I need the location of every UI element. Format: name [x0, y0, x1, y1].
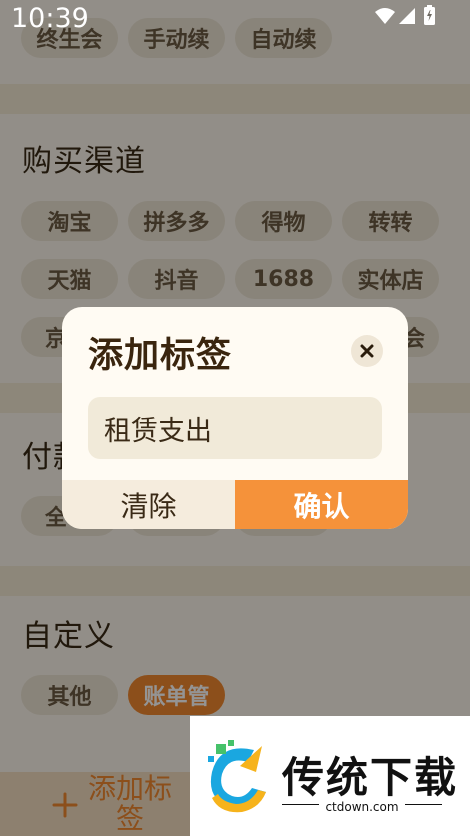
close-button[interactable]	[351, 335, 383, 367]
brand-url-wrap: ctdown.com	[282, 796, 442, 815]
wifi-icon	[375, 8, 395, 24]
status-bar: 10:39	[0, 0, 470, 36]
confirm-button[interactable]: 确认	[235, 480, 408, 529]
battery-icon	[424, 5, 435, 25]
add-tag-dialog: 添加标签 租赁支出 清除 确认	[62, 307, 408, 529]
dialog-title: 添加标签	[88, 336, 233, 376]
tag-name-input[interactable]: 租赁支出	[88, 397, 382, 459]
status-time: 10:39	[11, 3, 89, 34]
brand-url: ctdown.com	[319, 800, 405, 814]
close-icon	[360, 344, 374, 358]
watermark-banner: 传统下载 ctdown.com	[190, 716, 470, 836]
signal-icon	[399, 8, 415, 24]
brand-logo-icon	[208, 740, 266, 813]
clear-button[interactable]: 清除	[62, 480, 235, 529]
